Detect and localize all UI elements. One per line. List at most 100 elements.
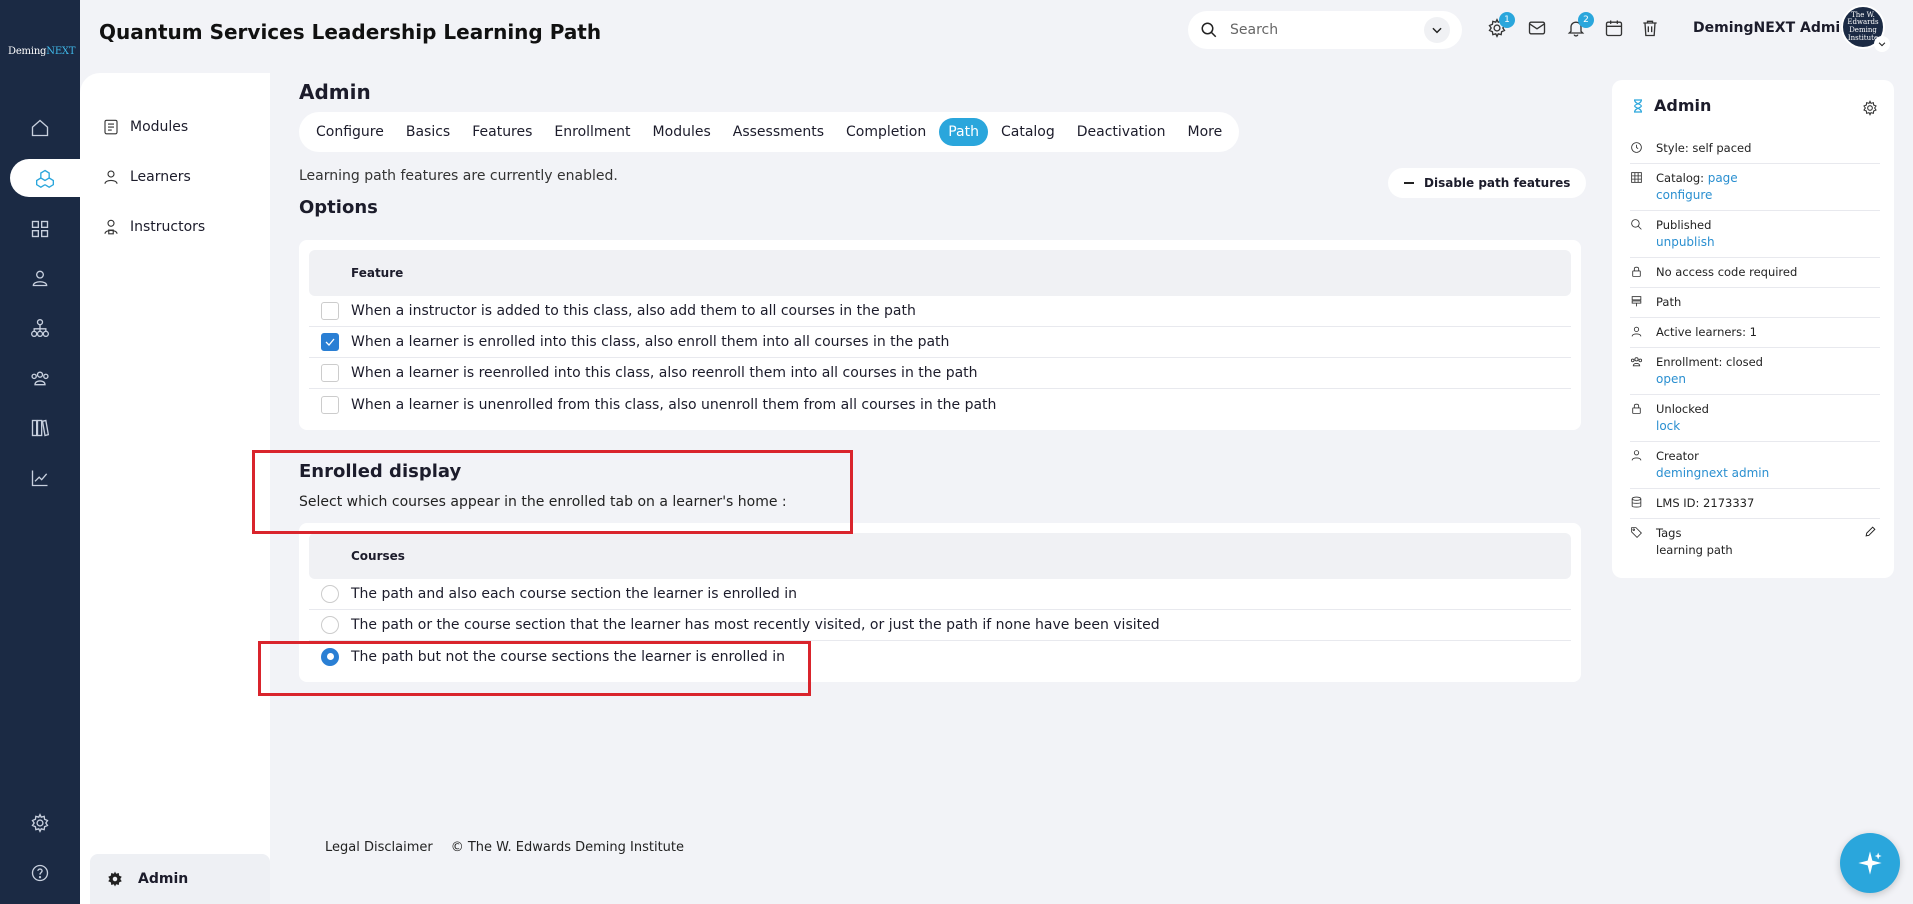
enrollment-open-link[interactable]: open xyxy=(1656,372,1686,386)
panel-tags-item: Tags learning path xyxy=(1630,519,1880,565)
panel-text: Enrollment: closed xyxy=(1656,355,1763,369)
rail-library[interactable] xyxy=(0,409,80,447)
tab-deactivation[interactable]: Deactivation xyxy=(1068,118,1175,146)
notifications-button[interactable]: 2 xyxy=(1566,12,1594,40)
subnav-item-instructors[interactable]: Instructors xyxy=(102,218,205,236)
search-bar[interactable]: Search xyxy=(1188,11,1462,49)
feature-checkbox[interactable] xyxy=(321,395,339,414)
panel-access-item: No access code required xyxy=(1630,258,1880,288)
user-name[interactable]: DemingNEXT Admin xyxy=(1693,20,1850,36)
rail-home[interactable] xyxy=(0,109,80,147)
database-icon xyxy=(1631,496,1642,508)
creator-icon xyxy=(1631,450,1642,461)
tab-catalog[interactable]: Catalog xyxy=(992,118,1064,146)
course-radio[interactable] xyxy=(321,616,339,634)
lock-icon xyxy=(1632,403,1641,414)
unpublish-link[interactable]: unpublish xyxy=(1656,235,1715,249)
rail-analytics[interactable] xyxy=(0,459,80,497)
person-icon xyxy=(104,170,118,184)
rail-users[interactable] xyxy=(0,259,80,297)
tags-value: learning path xyxy=(1656,543,1733,557)
disable-path-features-button[interactable]: Disable path features xyxy=(1388,168,1587,198)
panel-enrollment-item: Enrollment: closed open xyxy=(1630,348,1880,395)
panel-style-item: Style: self paced xyxy=(1630,134,1880,164)
chart-line-icon xyxy=(31,470,48,487)
panel-learners-item: Active learners: 1 xyxy=(1630,318,1880,348)
rail-courses[interactable] xyxy=(10,159,80,197)
home-icon xyxy=(31,119,49,137)
catalog-configure-link[interactable]: configure xyxy=(1656,188,1712,202)
panel-lms-item: LMS ID: 2173337 xyxy=(1630,489,1880,519)
person-icon xyxy=(1631,326,1642,337)
subnav-label: Instructors xyxy=(130,219,206,235)
rail-help[interactable] xyxy=(0,854,80,892)
pencil-icon xyxy=(1865,526,1876,537)
legal-disclaimer-link[interactable]: Legal Disclaimer xyxy=(325,840,433,855)
section-title: Admin xyxy=(299,80,371,104)
left-rail: DemingNEXT xyxy=(0,0,80,904)
feature-checkbox[interactable] xyxy=(321,333,339,351)
creator-link[interactable]: demingnext admin xyxy=(1656,466,1769,480)
avatar-menu-button[interactable] xyxy=(1874,36,1890,52)
path-icon xyxy=(1631,296,1642,307)
catalog-page-link[interactable]: page xyxy=(1708,171,1738,185)
search-dropdown-button[interactable] xyxy=(1424,17,1450,43)
tab-completion[interactable]: Completion xyxy=(837,118,935,146)
rail-org[interactable] xyxy=(0,309,80,347)
tab-features[interactable]: Features xyxy=(463,118,541,146)
tab-modules[interactable]: Modules xyxy=(644,118,720,146)
search-icon xyxy=(1631,219,1642,230)
rail-settings[interactable] xyxy=(0,804,80,842)
panel-settings-button[interactable] xyxy=(1862,100,1878,120)
panel-text: No access code required xyxy=(1656,265,1798,279)
trash-button[interactable] xyxy=(1640,18,1662,40)
courses-icon xyxy=(36,169,54,188)
feature-label: When a learner is reenrolled into this c… xyxy=(351,365,978,381)
calendar-button[interactable] xyxy=(1604,18,1626,40)
subnav-admin-label: Admin xyxy=(138,871,189,887)
search-input[interactable]: Search xyxy=(1230,22,1424,38)
subnav-item-modules[interactable]: Modules xyxy=(102,118,188,136)
panel-title: Admin xyxy=(1630,96,1711,115)
panel-published-item: Published unpublish xyxy=(1630,211,1880,258)
calendar-icon xyxy=(1605,20,1623,37)
panel-title-text: Admin xyxy=(1654,96,1712,115)
subnav-item-learners[interactable]: Learners xyxy=(102,168,191,186)
rail-groups[interactable] xyxy=(0,359,80,397)
tab-enrollment[interactable]: Enrollment xyxy=(545,118,639,146)
feature-row: When a learner is reenrolled into this c… xyxy=(309,358,1571,389)
tab-basics[interactable]: Basics xyxy=(397,118,459,146)
feature-row: When a learner is enrolled into this cla… xyxy=(309,327,1571,358)
edit-tags-button[interactable] xyxy=(1864,525,1880,559)
check-icon xyxy=(325,338,335,346)
feature-row: When a instructor is added to this class… xyxy=(309,296,1571,327)
brand-logo[interactable]: DemingNEXT xyxy=(8,46,76,57)
settings-notifications-button[interactable]: 1 xyxy=(1487,12,1515,40)
courses-table-header: Courses xyxy=(309,533,1571,579)
subnav-admin[interactable]: Admin xyxy=(90,854,270,904)
feature-checkbox[interactable] xyxy=(321,364,339,382)
secondary-sidebar: Modules Learners Instructors Admin xyxy=(80,73,270,904)
tag-icon xyxy=(1631,527,1642,538)
panel-text: Tags xyxy=(1656,526,1682,540)
group-icon xyxy=(31,371,49,386)
tab-more[interactable]: More xyxy=(1178,118,1231,146)
tab-configure[interactable]: Configure xyxy=(307,118,393,146)
feature-checkbox[interactable] xyxy=(321,302,339,320)
path-status-text: Learning path features are currently ena… xyxy=(299,168,618,184)
lock-link[interactable]: lock xyxy=(1656,419,1680,433)
panel-details-list: Style: self paced Catalog: page configure… xyxy=(1630,134,1880,565)
rail-dashboard[interactable] xyxy=(0,210,80,248)
feature-label: When a learner is enrolled into this cla… xyxy=(351,334,950,350)
instructor-icon xyxy=(104,219,118,235)
ai-assistant-button[interactable] xyxy=(1840,833,1900,893)
gear-icon xyxy=(1863,100,1877,116)
tab-assessments[interactable]: Assessments xyxy=(724,118,833,146)
notification-badge: 2 xyxy=(1578,12,1594,28)
course-option-row: The path and also each course section th… xyxy=(309,579,1571,610)
sparkle-icon xyxy=(1858,851,1882,875)
tab-path[interactable]: Path xyxy=(939,118,988,146)
help-icon xyxy=(31,864,49,882)
course-radio[interactable] xyxy=(321,585,339,603)
mail-button[interactable] xyxy=(1527,18,1549,40)
